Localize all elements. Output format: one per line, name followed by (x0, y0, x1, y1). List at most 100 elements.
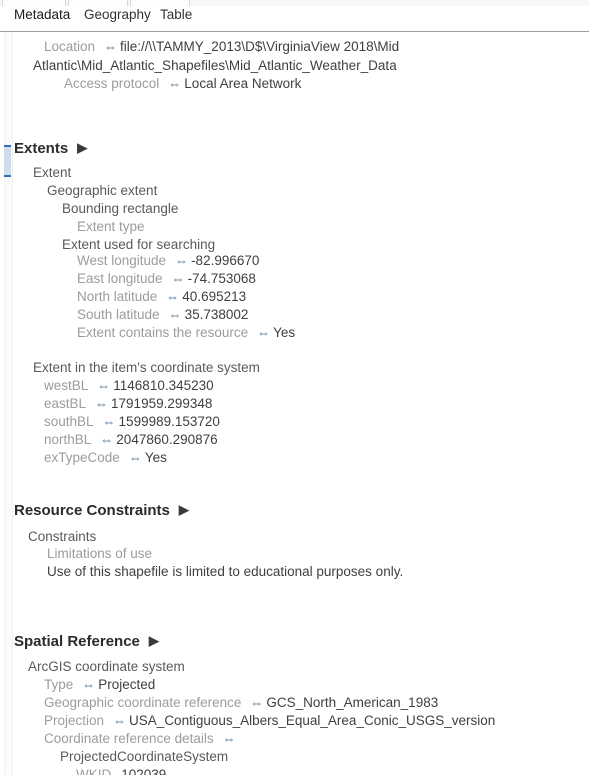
row-label: southBL (44, 414, 94, 429)
row-label: Extent in the item's coordinate system (33, 360, 260, 375)
tab-table[interactable]: Table (160, 7, 192, 22)
metadata-row-westbl[interactable]: westBL ⇔ 1146810.345230 (44, 377, 214, 394)
row-label: Bounding rectangle (62, 201, 179, 216)
row-label: Type (44, 677, 74, 692)
row-label: westBL (44, 378, 89, 393)
value-separator-icon: ⇔ (113, 713, 127, 728)
row-value: -82.996670 (191, 253, 260, 268)
section-heading-resource-constraints[interactable]: Resource Constraints ▶ (14, 500, 189, 520)
value-separator-icon: ⇔ (166, 289, 180, 304)
row-label: Extent (33, 165, 72, 180)
metadata-row-location[interactable]: Location ⇔ file://\\TAMMY_2013\D$\Virginia… (44, 38, 399, 55)
row-value: 1599989.153720 (118, 414, 220, 429)
metadata-row-constraints[interactable]: Constraints (28, 528, 96, 545)
section-title: Spatial Reference (14, 633, 140, 650)
row-label: Geographic coordinate reference (44, 695, 242, 710)
metadata-row-arcgis-coord-system[interactable]: ArcGIS coordinate system (28, 658, 185, 675)
row-label: eastBL (44, 396, 87, 411)
section-title: Extents (14, 140, 69, 157)
metadata-row-bounding-rectangle[interactable]: Bounding rectangle (62, 200, 178, 217)
metadata-row-extent-type[interactable]: Extent type (77, 218, 145, 235)
value-separator-icon: ⇔ (82, 677, 96, 692)
metadata-row-north-latitude[interactable]: North latitude ⇔ 40.695213 (77, 288, 246, 305)
row-value: 102039 (121, 767, 167, 775)
row-value: Local Area Network (184, 76, 302, 91)
vertical-scrollbar-track[interactable] (4, 32, 13, 775)
value-separator-icon: ⇔ (168, 76, 182, 91)
row-value: Atlantic\Mid_Atlantic_Shapefiles\Mid_Atl… (33, 58, 397, 73)
value-separator-icon: ⇔ (104, 39, 118, 54)
vertical-scrollbar-thumb[interactable] (4, 145, 11, 177)
row-value: Use of this shapefile is limited to educ… (47, 564, 404, 579)
value-separator-icon: ⇔ (128, 450, 142, 465)
row-label: North latitude (77, 289, 158, 304)
tab-bar: Metadata Geography Table (0, 6, 589, 31)
metadata-row-extent[interactable]: Extent (33, 164, 71, 181)
metadata-row-limitations-text[interactable]: Use of this shapefile is limited to educ… (47, 563, 403, 580)
row-value: GCS_North_American_1983 (266, 695, 439, 710)
metadata-row-type[interactable]: Type ⇔ Projected (44, 676, 155, 693)
row-value: 40.695213 (182, 289, 247, 304)
row-value: -74.753068 (187, 271, 256, 286)
collapse-triangle-icon[interactable]: ▶ (149, 631, 159, 650)
collapse-triangle-icon[interactable]: ▶ (179, 500, 189, 519)
row-label: Constraints (28, 529, 97, 544)
row-label: East longitude (77, 271, 163, 286)
row-label: ArcGIS coordinate system (28, 659, 185, 674)
section-heading-spatial-reference[interactable]: Spatial Reference ▶ (14, 631, 159, 651)
metadata-row-southbl[interactable]: southBL ⇔ 1599989.153720 (44, 413, 220, 430)
row-value: file://\\TAMMY_2013\D$\VirginiaView 2018… (120, 39, 400, 54)
tab-geography[interactable]: Geography (84, 7, 151, 22)
metadata-row-eastbl[interactable]: eastBL ⇔ 1791959.299348 (44, 395, 212, 412)
metadata-row-extent-contains[interactable]: Extent contains the resource ⇔ Yes (77, 324, 295, 341)
row-value: Projected (98, 677, 156, 692)
row-value: Yes (273, 325, 296, 340)
value-separator-icon: ⇔ (97, 378, 111, 393)
row-value: 2047860.290876 (116, 432, 218, 447)
row-label: Access protocol (64, 76, 160, 91)
metadata-row-limitations-of-use[interactable]: Limitations of use (47, 545, 152, 562)
metadata-row-geographic-coord-ref[interactable]: Geographic coordinate reference ⇔ GCS_Nort… (44, 694, 438, 711)
row-value: Yes (144, 450, 167, 465)
row-label: WKID (76, 767, 112, 775)
row-label: Coordinate reference details (44, 731, 214, 746)
value-separator-icon: ⇔ (171, 271, 185, 286)
row-value: 1146810.345230 (113, 378, 214, 393)
row-label: Geographic extent (47, 183, 158, 198)
metadata-row-wkid[interactable]: WKID 102039 (76, 766, 166, 775)
metadata-row-south-latitude[interactable]: South latitude ⇔ 35.738002 (77, 306, 248, 323)
metadata-row-access-protocol[interactable]: Access protocol ⇔ Local Area Network (64, 75, 301, 92)
metadata-row-west-longitude[interactable]: West longitude ⇔ -82.996670 (77, 252, 259, 269)
value-separator-icon: ⇔ (175, 253, 189, 268)
value-separator-icon: ⇔ (168, 307, 182, 322)
tab-metadata[interactable]: Metadata (14, 7, 70, 22)
metadata-row-projection[interactable]: Projection ⇔ USA_Contiguous_Albers_Equal_A… (44, 712, 495, 729)
metadata-scroll-viewport[interactable]: Extents ▶ Resource Constraints ▶ Spatial Ref… (0, 32, 589, 775)
metadata-row-east-longitude[interactable]: East longitude ⇔ -74.753068 (77, 270, 256, 287)
row-label: South latitude (77, 307, 160, 322)
value-separator-icon: ⇔ (250, 695, 264, 710)
row-label: Limitations of use (47, 546, 153, 561)
metadata-row-extent-searching[interactable]: Extent used for searching (62, 236, 215, 253)
row-label: Extent type (77, 219, 145, 234)
metadata-row-extypecode[interactable]: exTypeCode ⇔ Yes (44, 449, 167, 466)
metadata-row-coord-ref-details[interactable]: Coordinate reference details ⇔ (44, 730, 239, 747)
metadata-row-northbl[interactable]: northBL ⇔ 2047860.290876 (44, 431, 218, 448)
section-heading-extents[interactable]: Extents ▶ (14, 138, 87, 158)
value-separator-icon: ⇔ (100, 432, 114, 447)
metadata-row-geographic-extent[interactable]: Geographic extent (47, 182, 157, 199)
row-value: USA_Contiguous_Albers_Equal_Area_Conic_U… (129, 713, 496, 728)
metadata-row-location-cont[interactable]: Atlantic\Mid_Atlantic_Shapefiles\Mid_Atl… (33, 57, 397, 74)
row-label: West longitude (77, 253, 167, 268)
value-separator-icon: ⇔ (95, 396, 109, 411)
row-label: northBL (44, 432, 92, 447)
row-label: exTypeCode (44, 450, 120, 465)
row-label: Extent used for searching (62, 237, 216, 252)
metadata-row-extent-item-crs[interactable]: Extent in the item's coordinate system (33, 359, 260, 376)
value-separator-icon: ⇔ (257, 325, 271, 340)
value-separator-icon: ⇔ (102, 414, 116, 429)
row-value: 35.738002 (184, 307, 249, 322)
metadata-row-projected-crs[interactable]: ProjectedCoordinateSystem (60, 748, 228, 765)
row-label: Extent contains the resource (77, 325, 249, 340)
collapse-triangle-icon[interactable]: ▶ (77, 138, 87, 157)
